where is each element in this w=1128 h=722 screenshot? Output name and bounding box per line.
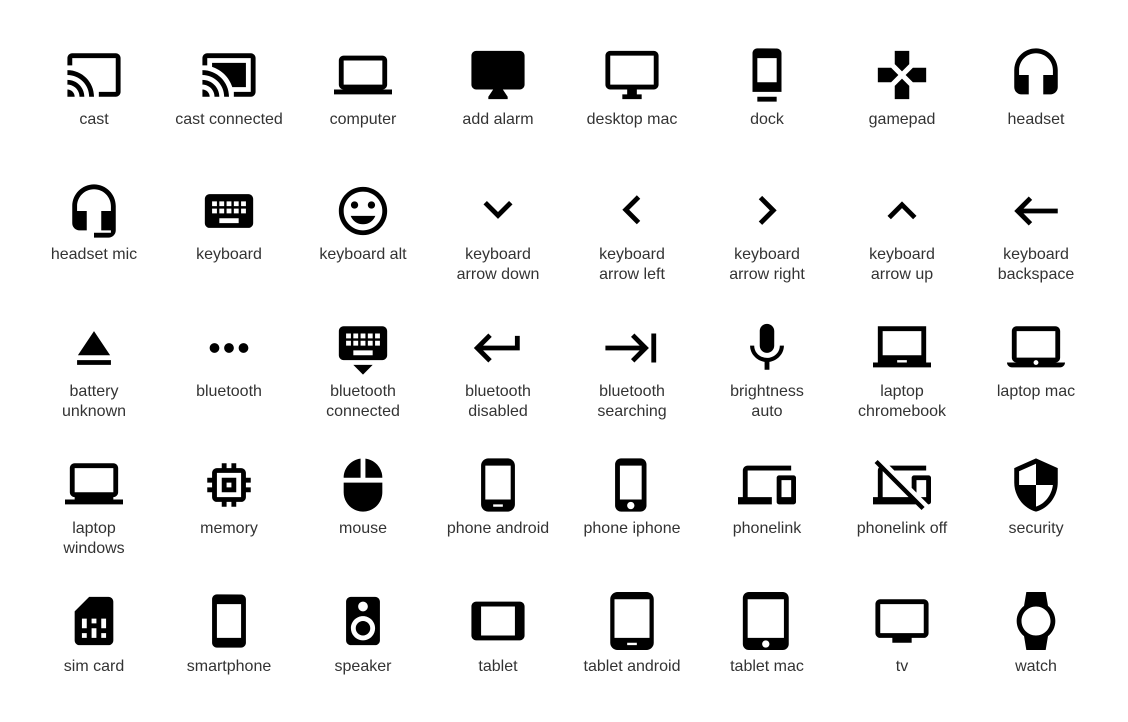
icon-label: bluetooth connected (326, 383, 400, 420)
mouse-icon (343, 458, 383, 512)
phone-iphone-icon (615, 458, 647, 512)
icon-label: cast (79, 111, 109, 128)
icon-label: watch (1015, 658, 1057, 675)
computer-icon (334, 55, 392, 95)
eject-icon (77, 331, 111, 365)
icon-label: mouse (338, 520, 388, 537)
icon-label: bluetooth (196, 383, 262, 400)
icon-label: keyboard (196, 246, 262, 263)
chevron-down-icon (483, 200, 513, 219)
icon-label: dock (750, 111, 784, 128)
more-horiz-icon (209, 343, 249, 353)
phonelink-icon (738, 465, 796, 505)
icon-label: laptop mac (996, 383, 1076, 400)
speaker-icon (346, 596, 380, 646)
desktop-mac-icon (605, 50, 659, 100)
icon-label: tv (895, 658, 909, 675)
icon-label: tablet (478, 658, 518, 675)
keyboard-icon (204, 194, 254, 228)
headset-mic-icon (72, 184, 116, 238)
icon-label: headset mic (50, 246, 138, 263)
icon-label: security (1008, 520, 1064, 537)
icon-label: bluetooth disabled (465, 383, 531, 420)
watch-icon (1016, 592, 1056, 650)
desktop-filled-icon (471, 50, 525, 100)
smiley-face-icon (338, 186, 388, 236)
memory-icon (207, 463, 251, 507)
icon-label: laptop windows (63, 520, 125, 557)
tv-icon (875, 599, 929, 643)
icon-label: desktop mac (586, 111, 678, 128)
laptop-chromebook-icon (873, 326, 931, 368)
icon-label: phonelink off (856, 520, 948, 537)
arrow-left-icon (1014, 196, 1058, 226)
icon-label: brightness auto (730, 383, 804, 420)
cast-connected-icon (202, 53, 256, 97)
icon-label: keyboard backspace (997, 246, 1075, 283)
phonelink-off-icon (873, 459, 931, 511)
icon-label: phone iphone (583, 520, 681, 537)
icon-label: battery unknown (61, 383, 127, 420)
icon-label: bluetooth searching (597, 383, 667, 420)
keyboard-return-icon (473, 333, 520, 363)
phone-android-icon (481, 458, 515, 512)
icon-label: computer (329, 111, 397, 128)
chevron-left-icon (622, 195, 641, 225)
icon-label: memory (200, 520, 258, 537)
headset-icon (1014, 48, 1058, 95)
icon-label: tablet android (583, 658, 681, 675)
icon-label: keyboard arrow down (456, 246, 540, 283)
icon-label: laptop chromebook (857, 383, 947, 420)
icon-label: headset (1007, 111, 1065, 128)
icon-label: cast connected (175, 111, 283, 128)
icon-label: speaker (334, 658, 392, 675)
icon-label: phone android (446, 520, 550, 537)
tablet-mac-icon (742, 592, 789, 650)
icon-label: gamepad (868, 111, 936, 128)
icon-label: sim card (63, 658, 125, 675)
keyboard-tab-icon (605, 333, 657, 363)
tablet-icon (471, 601, 525, 641)
icon-label: phonelink (732, 520, 802, 537)
chevron-right-icon (758, 195, 777, 225)
laptop-windows-icon (65, 463, 123, 505)
keyboard-hide-icon (338, 326, 388, 375)
chevron-up-icon (887, 201, 917, 220)
icon-label: add alarm (462, 111, 534, 128)
security-icon (1014, 458, 1058, 512)
icon-label: keyboard alt (319, 246, 407, 263)
icon-label: keyboard arrow up (869, 246, 935, 283)
icon-label: keyboard arrow left (599, 246, 665, 283)
dock-icon (752, 48, 782, 102)
icon-label: keyboard arrow right (729, 246, 805, 283)
smartphone-icon (212, 594, 246, 648)
mic-icon (750, 323, 784, 370)
icon-label: tablet mac (730, 658, 804, 675)
laptop-mac-icon (1007, 326, 1065, 368)
tablet-android-icon (610, 592, 654, 650)
sim-card-icon (74, 596, 114, 646)
gamepad-icon (877, 50, 927, 100)
cast-icon (67, 53, 121, 97)
icon-label: smartphone (186, 658, 272, 675)
